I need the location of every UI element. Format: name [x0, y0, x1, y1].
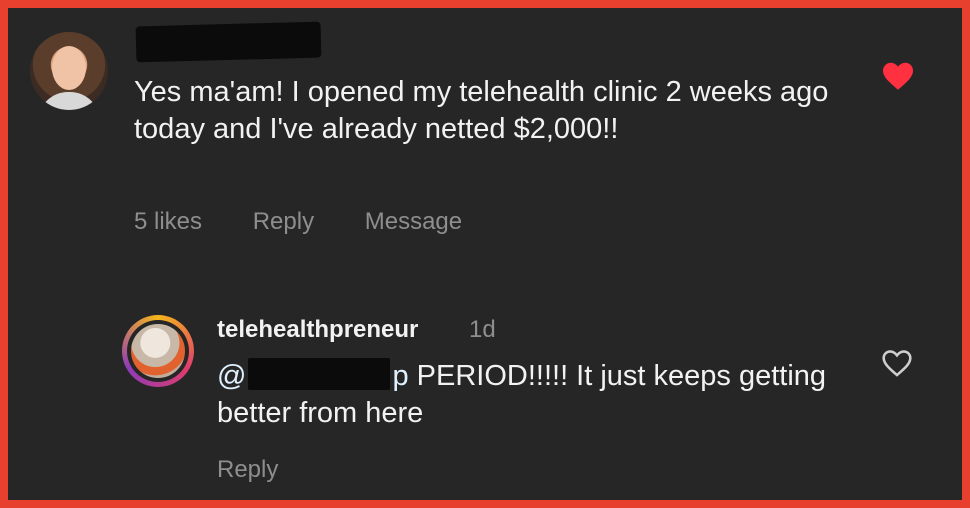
comment-actions: 5 likes Reply Message — [134, 208, 506, 236]
redacted-mention — [248, 358, 391, 390]
avatar-photo — [131, 324, 185, 378]
reply-avatar[interactable] — [122, 315, 194, 387]
heart-filled-icon[interactable] — [880, 58, 916, 94]
mention-suffix[interactable]: p — [392, 360, 408, 392]
mention-prefix[interactable]: @ — [217, 360, 246, 392]
likes-count[interactable]: 5 likes — [134, 208, 202, 235]
reply-reply-button[interactable]: Reply — [217, 456, 278, 484]
reply-button[interactable]: Reply — [253, 208, 314, 235]
reply-username[interactable]: telehealthpreneur — [217, 316, 418, 344]
reply-timestamp: 1d — [469, 316, 496, 343]
message-button[interactable]: Message — [365, 208, 462, 235]
reply-text: @ p PERIOD!!!!! It just keeps getting bet… — [217, 358, 857, 432]
heart-outline-icon[interactable] — [880, 346, 914, 380]
redacted-username — [135, 21, 322, 63]
commenter-avatar[interactable] — [30, 32, 108, 110]
avatar-shirt — [38, 92, 100, 110]
avatar-face — [52, 46, 86, 90]
comment-text: Yes ma'am! I opened my telehealth clinic… — [134, 76, 829, 145]
